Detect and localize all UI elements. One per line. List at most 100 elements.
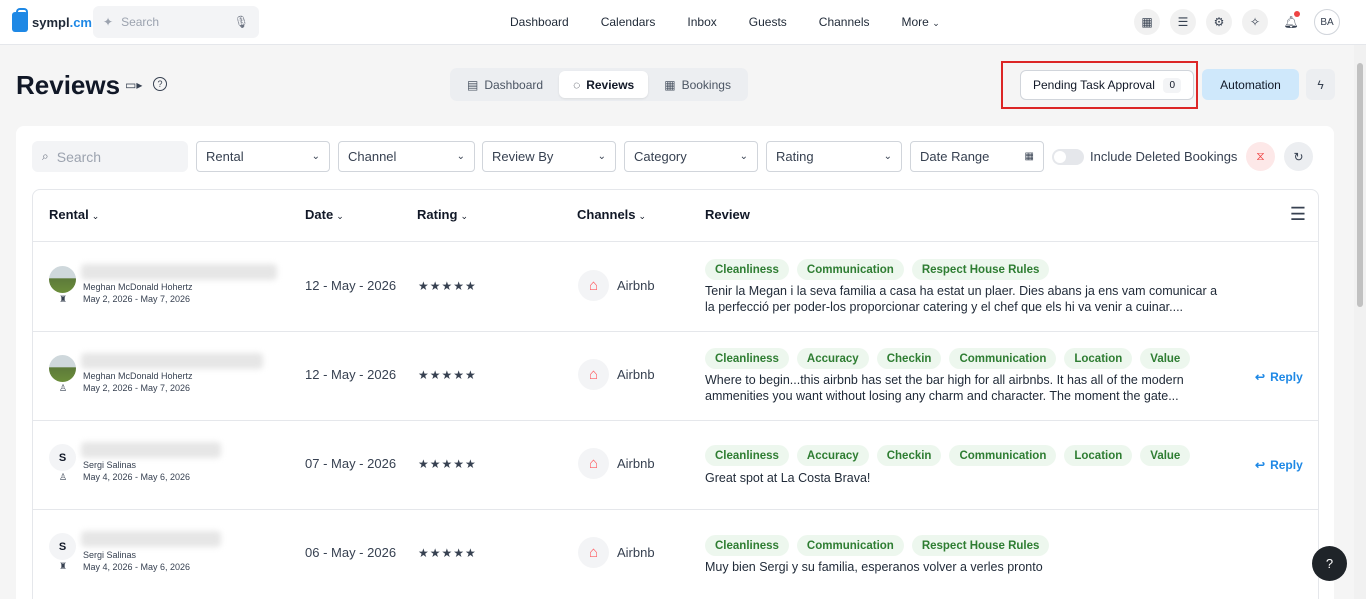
category-tags: Cleanliness Accuracy Checkin Communicati… <box>705 348 1191 369</box>
stay-dates: May 2, 2026 - May 7, 2026 <box>83 383 191 393</box>
logo[interactable]: sympl.cm <box>12 8 92 32</box>
category-tag: Location <box>1064 348 1133 369</box>
video-icon[interactable]: ▭▸ <box>125 78 142 92</box>
column-header-channels[interactable]: Channels ⌄ <box>577 207 646 222</box>
logo-text: sympl.cm <box>32 14 92 30</box>
user-avatar[interactable]: BA <box>1314 9 1340 35</box>
pending-task-approval-button[interactable]: Pending Task Approval 0 <box>1020 70 1194 100</box>
category-tag: Location <box>1064 445 1133 466</box>
reviews-table: Rental ⌄ Date ⌄ Rating ⌄ Channels ⌄ Review ☰… <box>32 189 1319 599</box>
chevron-down-icon: ⌄ <box>456 151 465 162</box>
channel-name: Airbnb <box>617 456 655 471</box>
list-search-icon[interactable]: ☰ <box>1170 9 1196 35</box>
nav-dashboard[interactable]: Dashboard <box>510 15 569 29</box>
rental-filter-select[interactable]: Rental ⌄ <box>196 141 330 172</box>
rental-avatar <box>49 266 76 293</box>
chevron-down-icon: ⌄ <box>460 211 468 221</box>
stay-dates: May 4, 2026 - May 6, 2026 <box>83 562 191 572</box>
tab-reviews[interactable]: ◌ Reviews <box>559 71 649 98</box>
booking-source-icon: ♜ <box>59 561 68 571</box>
nav-channels[interactable]: Channels <box>819 15 870 29</box>
guest-name: Meghan McDonald Hohertz <box>83 371 193 381</box>
review-by-filter-select[interactable]: Review By ⌄ <box>482 141 616 172</box>
column-header-date[interactable]: Date ⌄ <box>305 207 344 222</box>
rating-stars: ★★★★★ <box>418 279 477 293</box>
calendar-icon: ▦ <box>1024 151 1034 162</box>
reply-arrow-icon: ↩ <box>1255 370 1266 384</box>
review-date: 06 - May - 2026 <box>305 545 397 560</box>
rating-filter-select[interactable]: Rating ⌄ <box>766 141 902 172</box>
guest-name: Sergi Salinas <box>83 550 137 560</box>
include-deleted-toggle[interactable] <box>1052 149 1084 165</box>
help-circle-icon[interactable]: ? <box>153 77 167 91</box>
clear-filters-icon[interactable]: ⧖ <box>1246 142 1275 171</box>
category-tag: Cleanliness <box>705 445 789 466</box>
nav-guests[interactable]: Guests <box>749 15 787 29</box>
calendar-check-icon[interactable]: ▦ <box>1134 9 1160 35</box>
search-icon: ⌕ <box>42 149 49 163</box>
category-tag: Accuracy <box>796 348 869 369</box>
column-header-rental[interactable]: Rental ⌄ <box>49 207 99 222</box>
top-icon-group: ▦ ☰ ⚙ ✧ 🔔︎ BA <box>1134 9 1340 35</box>
tab-bookings[interactable]: ▦ Bookings <box>650 71 745 98</box>
pending-count-badge: 0 <box>1163 77 1181 93</box>
chevron-down-icon: ⌄ <box>336 211 344 221</box>
notification-bell-icon[interactable]: 🔔︎ <box>1278 9 1304 35</box>
category-tag: Checkin <box>876 445 942 466</box>
reply-button[interactable]: ↩ Reply <box>1255 458 1303 472</box>
category-tag: Checkin <box>876 348 942 369</box>
guest-user-icon: ♙ <box>59 383 68 393</box>
nav-inbox[interactable]: Inbox <box>687 15 716 29</box>
table-row[interactable]: ♜ Meghan McDonald Hohertz May 2, 2026 - … <box>33 242 1318 332</box>
table-row[interactable]: ♙ Meghan McDonald Hohertz May 2, 2026 - … <box>33 332 1318 421</box>
table-row[interactable]: S ♜ Sergi Salinas May 4, 2026 - May 6, 2… <box>33 510 1318 599</box>
booking-source-icon: ♜ <box>59 294 68 304</box>
review-text: Where to begin...this airbnb has set the… <box>705 373 1184 403</box>
global-search-input[interactable]: ✦ Search 🎙︎ <box>93 6 259 38</box>
rating-stars: ★★★★★ <box>418 457 477 471</box>
table-row[interactable]: S ♙ Sergi Salinas May 4, 2026 - May 6, 2… <box>33 421 1318 510</box>
automation-button[interactable]: Automation <box>1202 69 1299 100</box>
category-tags: Cleanliness Communication Respect House … <box>705 259 1050 280</box>
category-tag: Respect House Rules <box>911 535 1050 556</box>
rating-stars: ★★★★★ <box>418 368 477 382</box>
category-tag: Value <box>1140 348 1191 369</box>
category-filter-select[interactable]: Category ⌄ <box>624 141 758 172</box>
logo-bag-icon <box>12 8 28 32</box>
reviews-search-placeholder: Search <box>56 148 102 165</box>
stay-dates: May 4, 2026 - May 6, 2026 <box>83 472 191 482</box>
help-chat-button[interactable]: ? <box>1312 546 1347 581</box>
rental-avatar: S <box>49 444 76 471</box>
nav-calendars[interactable]: Calendars <box>601 15 656 29</box>
lightning-bolt-icon[interactable]: ϟ <box>1306 69 1335 100</box>
page-scrollbar[interactable] <box>1354 45 1366 599</box>
date-range-filter[interactable]: Date Range ▦ <box>910 141 1044 172</box>
channel-name: Airbnb <box>617 278 655 293</box>
guest-name: Meghan McDonald Hohertz <box>83 282 193 292</box>
microphone-icon[interactable]: 🎙︎ <box>234 15 249 29</box>
dashboard-icon: ▤ <box>467 77 479 92</box>
channel-filter-select[interactable]: Channel ⌄ <box>338 141 475 172</box>
ai-sparkle-icon[interactable]: ✧ <box>1242 9 1268 35</box>
reviews-search-input[interactable]: ⌕ Search <box>32 141 188 172</box>
rental-name <box>81 353 263 369</box>
reply-button[interactable]: ↩ Reply <box>1255 370 1303 384</box>
channel-name: Airbnb <box>617 367 655 382</box>
rental-avatar <box>49 355 76 382</box>
review-date: 12 - May - 2026 <box>305 367 397 382</box>
settings-gear-icon[interactable]: ⚙ <box>1206 9 1232 35</box>
review-date: 12 - May - 2026 <box>305 278 397 293</box>
view-tabs: ▤ Dashboard ◌ Reviews ▦ Bookings <box>450 68 748 101</box>
column-header-rating[interactable]: Rating ⌄ <box>417 207 468 222</box>
column-menu-icon[interactable]: ☰ <box>1290 204 1306 225</box>
tab-dashboard[interactable]: ▤ Dashboard <box>453 71 557 98</box>
scrollbar-thumb[interactable] <box>1357 63 1363 307</box>
refresh-icon[interactable]: ↻ <box>1284 142 1313 171</box>
airbnb-icon: ⌂ <box>578 537 609 568</box>
stay-dates: May 2, 2026 - May 7, 2026 <box>83 294 191 304</box>
rating-stars: ★★★★★ <box>418 546 477 560</box>
category-tag: Communication <box>796 535 904 556</box>
rental-name <box>81 264 277 280</box>
nav-more[interactable]: More ⌄ <box>902 15 940 29</box>
channel-name: Airbnb <box>617 545 655 560</box>
